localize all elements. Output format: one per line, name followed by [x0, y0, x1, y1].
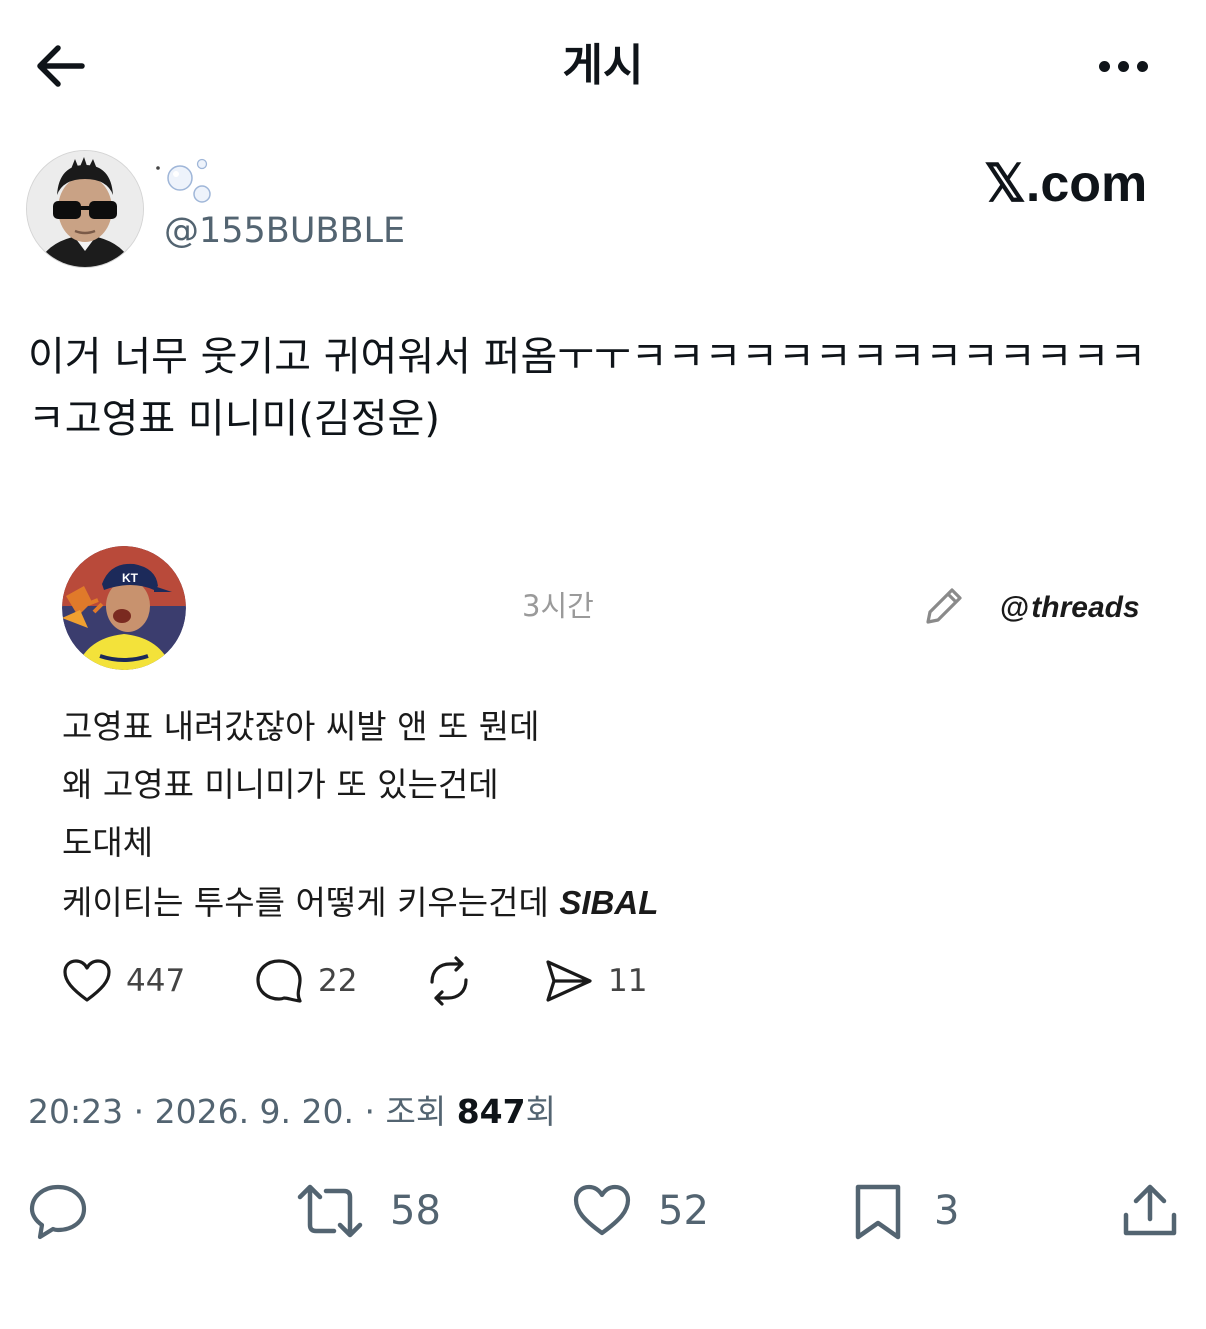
- heart-icon: [573, 1184, 631, 1236]
- more-dots-icon: [1098, 60, 1110, 72]
- pencil-icon: [926, 588, 962, 624]
- comment-icon: [256, 959, 302, 1003]
- threads-repost-stat: [422, 954, 476, 1008]
- bookmark-button[interactable]: 3: [848, 1180, 959, 1242]
- post-time: 20:23: [28, 1092, 124, 1131]
- repost-count: 58: [390, 1188, 441, 1234]
- baseball-player-portrait: KT: [62, 546, 186, 670]
- threads-author-avatar: KT: [62, 546, 186, 670]
- repost-button[interactable]: 58: [296, 1180, 441, 1242]
- send-icon: [546, 960, 592, 1002]
- threads-text-line: 케이티는 투수를 어떻게 키우는건데 SIBAL: [62, 883, 659, 922]
- reply-icon: [29, 1184, 87, 1240]
- more-options-button[interactable]: [1088, 44, 1158, 88]
- bookmark-count: 3: [934, 1188, 960, 1234]
- threads-reply-stat: 22: [254, 954, 357, 1008]
- view-count: 847: [456, 1092, 526, 1131]
- threads-share-stat: 11: [544, 954, 647, 1008]
- avatar-portrait: [27, 151, 143, 267]
- brand-text: .com: [1025, 155, 1148, 213]
- bubbles-emoji-icon: [156, 158, 211, 203]
- heart-icon: [63, 959, 111, 1002]
- x-logo-icon: 𝕏: [984, 155, 1026, 213]
- page-title: 게시: [562, 40, 644, 91]
- like-button[interactable]: 52: [572, 1180, 709, 1242]
- threads-logo-icon: @: [1000, 591, 1030, 624]
- threads-text-line: 왜 고영표 미니미가 또 있는건데: [62, 765, 499, 804]
- threads-emphasis-text: SIBAL: [559, 884, 659, 921]
- post-meta: 20:23 · 2026. 9. 20. · 조회 847회: [28, 1092, 556, 1131]
- svg-text:KT: KT: [122, 571, 139, 585]
- reply-button[interactable]: [28, 1180, 88, 1242]
- threads-like-stat: 447: [62, 954, 185, 1008]
- post-text: 이거 너무 웃기고 귀여워서 퍼옴ㅜㅜㅋㅋㅋㅋㅋㅋㅋㅋㅋㅋㅋㅋㅋㅋ ㅋ고영표 미…: [28, 334, 1147, 442]
- threads-logo: @ threads: [1000, 588, 1140, 628]
- author-handle[interactable]: @155BUBBLE: [164, 208, 405, 254]
- x-com-watermark: 𝕏 .com: [984, 152, 1147, 216]
- like-count: 52: [658, 1188, 709, 1234]
- share-icon: [1123, 1184, 1177, 1236]
- threads-text-line: 고영표 내려갔잖아 씨발 앤 또 뭔데: [62, 707, 540, 746]
- author-avatar[interactable]: [26, 150, 144, 268]
- repost-icon: [430, 956, 468, 1006]
- threads-text-line: 도대체: [62, 823, 154, 862]
- share-button[interactable]: [1120, 1180, 1180, 1242]
- post-date: 2026. 9. 20.: [154, 1092, 355, 1131]
- retweet-icon: [297, 1184, 363, 1238]
- bookmark-icon: [855, 1184, 901, 1240]
- threads-post-time: 3시간: [522, 589, 594, 623]
